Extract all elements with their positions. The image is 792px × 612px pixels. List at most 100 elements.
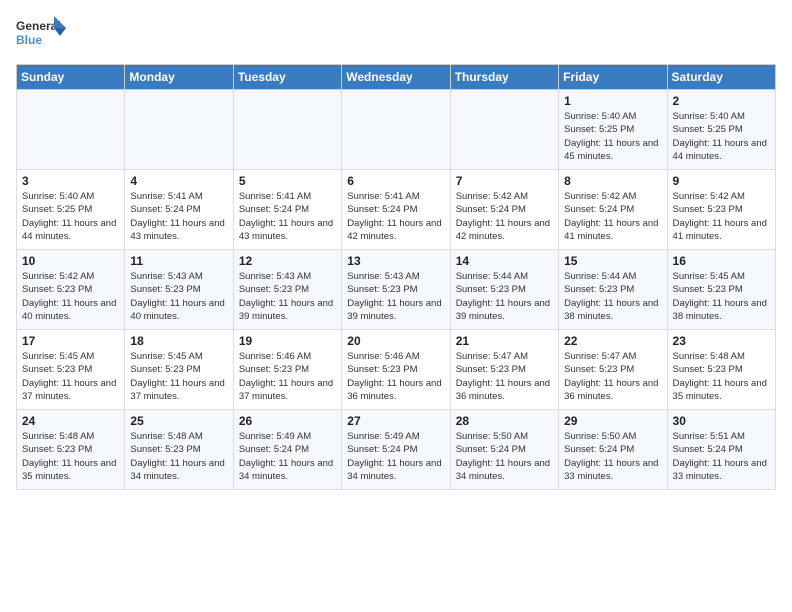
header-row: SundayMondayTuesdayWednesdayThursdayFrid…	[17, 65, 776, 90]
header: General Blue	[16, 16, 776, 52]
day-info: Sunrise: 5:48 AM Sunset: 5:23 PM Dayligh…	[130, 430, 227, 483]
day-number: 14	[456, 254, 553, 268]
day-info: Sunrise: 5:41 AM Sunset: 5:24 PM Dayligh…	[239, 190, 336, 243]
day-info: Sunrise: 5:45 AM Sunset: 5:23 PM Dayligh…	[22, 350, 119, 403]
header-friday: Friday	[559, 65, 667, 90]
day-number: 17	[22, 334, 119, 348]
day-number: 22	[564, 334, 661, 348]
day-number: 9	[673, 174, 770, 188]
header-sunday: Sunday	[17, 65, 125, 90]
day-info: Sunrise: 5:40 AM Sunset: 5:25 PM Dayligh…	[22, 190, 119, 243]
day-info: Sunrise: 5:48 AM Sunset: 5:23 PM Dayligh…	[673, 350, 770, 403]
day-info: Sunrise: 5:41 AM Sunset: 5:24 PM Dayligh…	[130, 190, 227, 243]
day-cell: 7 Sunrise: 5:42 AM Sunset: 5:24 PM Daylig…	[450, 170, 558, 250]
day-number: 29	[564, 414, 661, 428]
day-info: Sunrise: 5:47 AM Sunset: 5:23 PM Dayligh…	[564, 350, 661, 403]
day-cell: 17 Sunrise: 5:45 AM Sunset: 5:23 PM Dayli…	[17, 330, 125, 410]
calendar-header: SundayMondayTuesdayWednesdayThursdayFrid…	[17, 65, 776, 90]
day-info: Sunrise: 5:42 AM Sunset: 5:23 PM Dayligh…	[673, 190, 770, 243]
week-row-2: 10Sunrise: 5:42 AM Sunset: 5:23 PM Dayli…	[17, 250, 776, 330]
day-info: Sunrise: 5:44 AM Sunset: 5:23 PM Dayligh…	[564, 270, 661, 323]
day-cell: 9 Sunrise: 5:42 AM Sunset: 5:23 PM Daylig…	[667, 170, 775, 250]
day-cell	[233, 90, 341, 170]
day-cell	[450, 90, 558, 170]
day-cell: 4Sunrise: 5:41 AM Sunset: 5:24 PM Daylig…	[125, 170, 233, 250]
day-cell: 29 Sunrise: 5:50 AM Sunset: 5:24 PM Dayli…	[559, 410, 667, 490]
day-cell: 18 Sunrise: 5:45 AM Sunset: 5:23 PM Dayli…	[125, 330, 233, 410]
day-info: Sunrise: 5:42 AM Sunset: 5:24 PM Dayligh…	[564, 190, 661, 243]
day-number: 16	[673, 254, 770, 268]
day-number: 7	[456, 174, 553, 188]
day-cell	[342, 90, 450, 170]
day-number: 6	[347, 174, 444, 188]
day-cell: 16Sunrise: 5:45 AM Sunset: 5:23 PM Dayli…	[667, 250, 775, 330]
week-row-3: 17 Sunrise: 5:45 AM Sunset: 5:23 PM Dayli…	[17, 330, 776, 410]
header-thursday: Thursday	[450, 65, 558, 90]
day-number: 21	[456, 334, 553, 348]
day-cell	[17, 90, 125, 170]
day-cell: 25 Sunrise: 5:48 AM Sunset: 5:23 PM Dayli…	[125, 410, 233, 490]
day-info: Sunrise: 5:43 AM Sunset: 5:23 PM Dayligh…	[239, 270, 336, 323]
day-cell: 22 Sunrise: 5:47 AM Sunset: 5:23 PM Dayli…	[559, 330, 667, 410]
day-cell: 24 Sunrise: 5:48 AM Sunset: 5:23 PM Dayli…	[17, 410, 125, 490]
day-cell: 21Sunrise: 5:47 AM Sunset: 5:23 PM Dayli…	[450, 330, 558, 410]
day-cell: 1 Sunrise: 5:40 AM Sunset: 5:25 PM Daylig…	[559, 90, 667, 170]
day-cell: 28Sunrise: 5:50 AM Sunset: 5:24 PM Dayli…	[450, 410, 558, 490]
day-cell: 10Sunrise: 5:42 AM Sunset: 5:23 PM Dayli…	[17, 250, 125, 330]
day-info: Sunrise: 5:45 AM Sunset: 5:23 PM Dayligh…	[130, 350, 227, 403]
day-info: Sunrise: 5:40 AM Sunset: 5:25 PM Dayligh…	[673, 110, 770, 163]
week-row-1: 3 Sunrise: 5:40 AM Sunset: 5:25 PM Daylig…	[17, 170, 776, 250]
day-number: 18	[130, 334, 227, 348]
day-info: Sunrise: 5:44 AM Sunset: 5:23 PM Dayligh…	[456, 270, 553, 323]
day-number: 12	[239, 254, 336, 268]
day-info: Sunrise: 5:49 AM Sunset: 5:24 PM Dayligh…	[347, 430, 444, 483]
day-number: 28	[456, 414, 553, 428]
day-number: 2	[673, 94, 770, 108]
day-cell: 27Sunrise: 5:49 AM Sunset: 5:24 PM Dayli…	[342, 410, 450, 490]
day-info: Sunrise: 5:43 AM Sunset: 5:23 PM Dayligh…	[347, 270, 444, 323]
header-wednesday: Wednesday	[342, 65, 450, 90]
day-number: 19	[239, 334, 336, 348]
week-row-4: 24 Sunrise: 5:48 AM Sunset: 5:23 PM Dayli…	[17, 410, 776, 490]
day-cell: 13 Sunrise: 5:43 AM Sunset: 5:23 PM Dayli…	[342, 250, 450, 330]
day-info: Sunrise: 5:42 AM Sunset: 5:24 PM Dayligh…	[456, 190, 553, 243]
day-info: Sunrise: 5:40 AM Sunset: 5:25 PM Dayligh…	[564, 110, 661, 163]
day-cell: 23 Sunrise: 5:48 AM Sunset: 5:23 PM Dayli…	[667, 330, 775, 410]
day-info: Sunrise: 5:41 AM Sunset: 5:24 PM Dayligh…	[347, 190, 444, 243]
day-info: Sunrise: 5:46 AM Sunset: 5:23 PM Dayligh…	[347, 350, 444, 403]
day-cell: 8 Sunrise: 5:42 AM Sunset: 5:24 PM Daylig…	[559, 170, 667, 250]
day-number: 3	[22, 174, 119, 188]
day-info: Sunrise: 5:42 AM Sunset: 5:23 PM Dayligh…	[22, 270, 119, 323]
day-cell: 15 Sunrise: 5:44 AM Sunset: 5:23 PM Dayli…	[559, 250, 667, 330]
day-cell: 3 Sunrise: 5:40 AM Sunset: 5:25 PM Daylig…	[17, 170, 125, 250]
svg-text:General: General	[16, 19, 61, 33]
day-number: 5	[239, 174, 336, 188]
calendar-body: 1 Sunrise: 5:40 AM Sunset: 5:25 PM Daylig…	[17, 90, 776, 490]
day-number: 8	[564, 174, 661, 188]
day-number: 24	[22, 414, 119, 428]
logo-svg: General Blue	[16, 16, 66, 52]
day-number: 1	[564, 94, 661, 108]
week-row-0: 1 Sunrise: 5:40 AM Sunset: 5:25 PM Daylig…	[17, 90, 776, 170]
day-info: Sunrise: 5:48 AM Sunset: 5:23 PM Dayligh…	[22, 430, 119, 483]
day-cell: 2 Sunrise: 5:40 AM Sunset: 5:25 PM Daylig…	[667, 90, 775, 170]
header-saturday: Saturday	[667, 65, 775, 90]
day-number: 30	[673, 414, 770, 428]
day-number: 25	[130, 414, 227, 428]
day-cell: 20Sunrise: 5:46 AM Sunset: 5:23 PM Dayli…	[342, 330, 450, 410]
svg-text:Blue: Blue	[16, 33, 42, 47]
day-info: Sunrise: 5:50 AM Sunset: 5:24 PM Dayligh…	[564, 430, 661, 483]
day-number: 13	[347, 254, 444, 268]
day-info: Sunrise: 5:43 AM Sunset: 5:23 PM Dayligh…	[130, 270, 227, 323]
header-monday: Monday	[125, 65, 233, 90]
day-info: Sunrise: 5:46 AM Sunset: 5:23 PM Dayligh…	[239, 350, 336, 403]
logo: General Blue	[16, 16, 66, 52]
day-number: 11	[130, 254, 227, 268]
day-cell: 5 Sunrise: 5:41 AM Sunset: 5:24 PM Daylig…	[233, 170, 341, 250]
day-number: 26	[239, 414, 336, 428]
day-cell: 12 Sunrise: 5:43 AM Sunset: 5:23 PM Dayli…	[233, 250, 341, 330]
day-number: 15	[564, 254, 661, 268]
day-cell: 14 Sunrise: 5:44 AM Sunset: 5:23 PM Dayli…	[450, 250, 558, 330]
day-number: 23	[673, 334, 770, 348]
day-cell: 19 Sunrise: 5:46 AM Sunset: 5:23 PM Dayli…	[233, 330, 341, 410]
